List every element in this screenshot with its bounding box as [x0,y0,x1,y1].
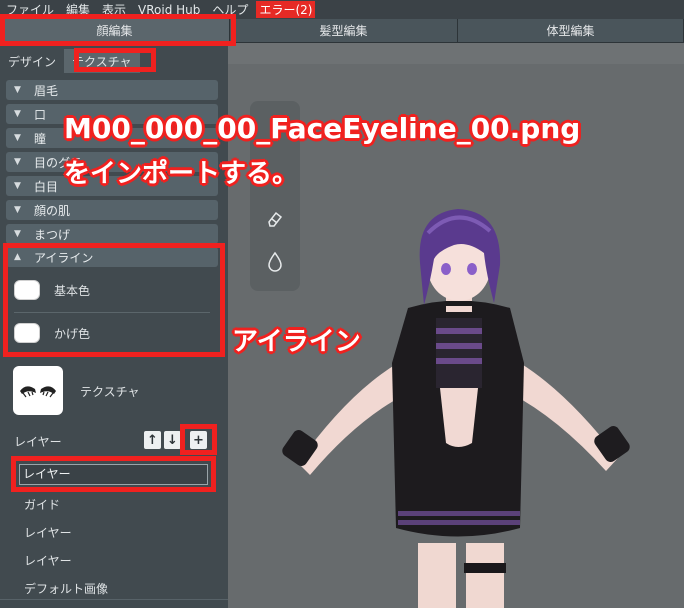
annotation-filename: M00_000_00_FaceEyeline_00.png [64,112,581,145]
chevron-down-icon: ▼ [14,133,21,143]
section-label: 口 [34,107,47,122]
chevron-down-icon: ▼ [14,181,21,191]
section-label: 瞳 [34,131,47,146]
chevron-down-icon: ▼ [14,157,21,167]
annotation-eyeline: アイライン [232,327,361,357]
arrow-down-icon[interactable]: ↓ [164,431,181,449]
chevron-down-icon: ▼ [14,85,21,95]
highlight-face-tab [0,14,236,46]
error-indicator[interactable]: エラー(2) [256,1,316,18]
chevron-down-icon: ▼ [14,229,21,239]
highlight-texture-tab [74,48,156,72]
chevron-down-icon: ▼ [14,109,21,119]
texture-thumbnail[interactable] [13,366,63,415]
section-label: 顔の肌 [34,203,71,218]
layer-item-default-image[interactable]: デフォルト画像 [24,580,108,597]
layer-item[interactable]: レイヤー [24,552,72,569]
section-face-skin[interactable]: ▼ 顔の肌 [6,200,218,220]
texture-label: テクスチャ [80,385,140,399]
highlight-eyeline-section [3,243,225,357]
section-eyelashes[interactable]: ▼ まつげ [6,224,218,244]
section-eyebrows[interactable]: ▼ 眉毛 [6,80,218,100]
tab-design[interactable]: デザイン [0,49,64,73]
layer-label: レイヤー [14,435,62,449]
layer-item-guide[interactable]: ガイド [24,496,60,513]
panel-bottom-divider [0,599,228,608]
annotation-instruction: をインポートする。 [64,159,299,189]
tab-hair-edit[interactable]: 髪型編集 [230,19,458,43]
eyeline-texture-icon [20,385,56,397]
tab-body-edit[interactable]: 体型編集 [458,19,684,43]
section-label: まつげ [34,227,71,242]
chevron-down-icon: ▼ [14,205,21,215]
viewport-toolbar-strip [228,43,684,64]
layer-item[interactable]: レイヤー [24,524,72,541]
arrow-up-icon[interactable]: ↑ [144,431,161,449]
section-label: 白目 [34,179,59,194]
section-label: 眉毛 [34,83,59,98]
avatar-model [282,209,630,608]
highlight-add-layer [180,424,217,455]
highlight-layer-input [11,456,216,492]
